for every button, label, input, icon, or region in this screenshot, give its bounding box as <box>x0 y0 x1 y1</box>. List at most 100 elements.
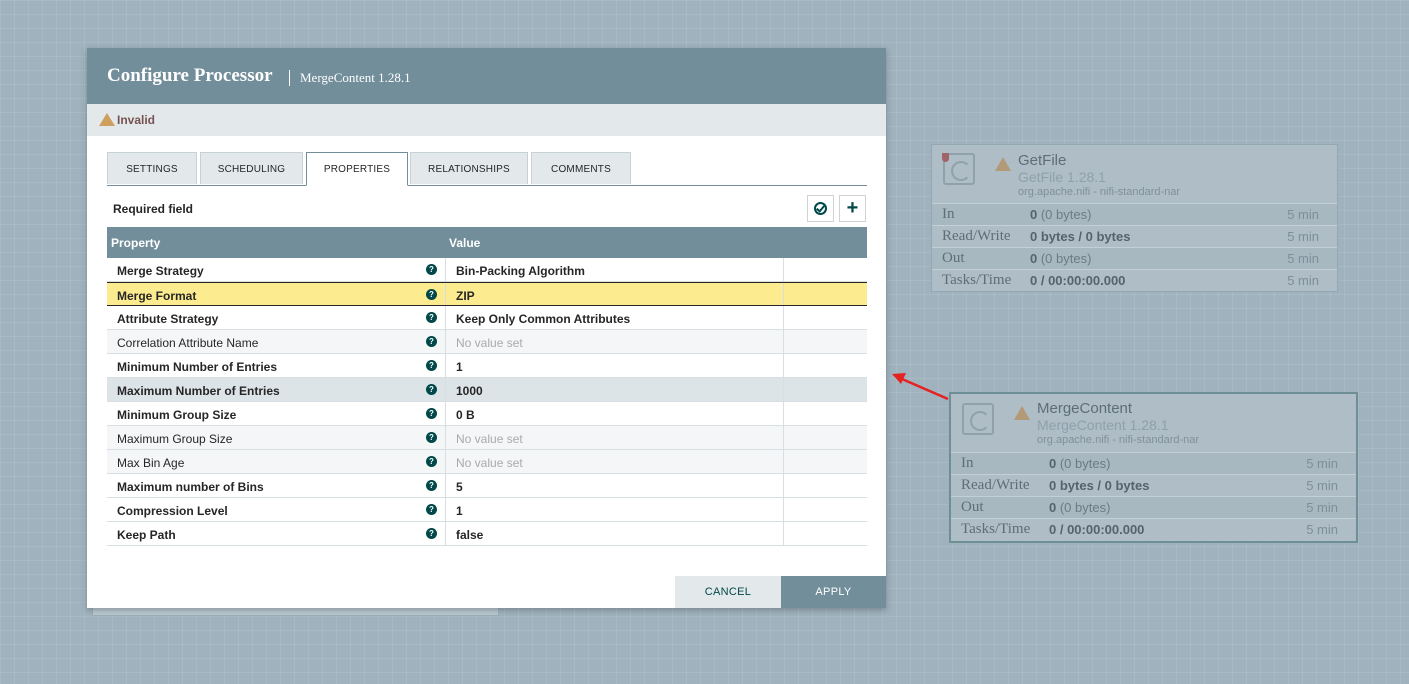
tab-settings[interactable]: SETTINGS <box>107 152 197 184</box>
tab-scheduling[interactable]: SCHEDULING <box>200 152 303 184</box>
help-icon[interactable]: ? <box>426 528 437 539</box>
stat-row: Read/Write 0 bytes / 0 bytes 5 min <box>951 474 1356 496</box>
property-value[interactable]: 5 <box>456 480 463 494</box>
column-divider <box>445 258 446 281</box>
verify-properties-button[interactable] <box>807 195 834 222</box>
cancel-button[interactable]: CANCEL <box>675 576 781 608</box>
processor-bundle: org.apache.nifi - nifi-standard-nar <box>1037 434 1200 446</box>
title-separator <box>289 70 290 86</box>
column-divider <box>783 402 784 425</box>
stat-label: Read/Write <box>961 477 1030 493</box>
column-divider <box>445 498 446 521</box>
check-circle-icon <box>814 202 827 215</box>
property-value[interactable]: 1 <box>456 360 463 374</box>
processor-header: MergeContent MergeContent 1.28.1 org.apa… <box>951 394 1356 452</box>
property-value[interactable]: No value set <box>456 456 523 470</box>
stat-row: Read/Write 0 bytes / 0 bytes 5 min <box>932 225 1337 247</box>
property-value[interactable]: false <box>456 528 483 542</box>
help-icon[interactable]: ? <box>426 384 437 395</box>
table-header: Property Value <box>107 227 867 258</box>
table-row[interactable]: Keep Path? false <box>107 522 867 546</box>
column-divider <box>445 330 446 353</box>
help-icon[interactable]: ? <box>426 336 437 347</box>
help-icon[interactable]: ? <box>426 312 437 323</box>
property-name: Maximum Number of Entries <box>117 384 280 398</box>
table-row[interactable]: Minimum Group Size? 0 B <box>107 402 867 426</box>
stat-value: 0 / 00:00:00.000 <box>1049 519 1144 540</box>
tab-comments[interactable]: COMMENTS <box>531 152 631 184</box>
property-value[interactable]: Bin-Packing Algorithm <box>456 264 585 278</box>
processor-stats: In 0 (0 bytes) 5 min Read/Write 0 bytes / 0 … <box>951 452 1356 540</box>
processor-name: GetFile <box>1018 152 1067 169</box>
column-divider <box>783 330 784 353</box>
table-row[interactable]: Minimum Number of Entries? 1 <box>107 354 867 378</box>
column-divider <box>783 474 784 497</box>
property-name: Attribute Strategy <box>117 312 219 326</box>
column-header-property[interactable]: Property <box>111 236 160 250</box>
help-icon[interactable]: ? <box>426 480 437 491</box>
property-name: Keep Path <box>117 528 176 542</box>
property-value[interactable]: ZIP <box>456 289 475 303</box>
processor-name: MergeContent <box>1037 400 1133 417</box>
stat-label: Out <box>942 250 965 266</box>
stat-time: 5 min <box>1287 251 1319 266</box>
table-row[interactable]: Maximum Group Size? No value set <box>107 426 867 450</box>
column-divider <box>783 378 784 401</box>
property-value[interactable]: 1000 <box>456 384 483 398</box>
apply-button[interactable]: APPLY <box>781 576 886 608</box>
tab-bar: SETTINGS SCHEDULING PROPERTIES RELATIONS… <box>107 152 867 186</box>
tab-properties[interactable]: PROPERTIES <box>306 152 408 186</box>
tab-relationships[interactable]: RELATIONSHIPS <box>410 152 528 184</box>
property-name: Merge Format <box>117 289 197 303</box>
plus-icon: + <box>846 197 859 219</box>
property-value[interactable]: 1 <box>456 504 463 518</box>
table-row[interactable]: Compression Level? 1 <box>107 498 867 522</box>
property-value[interactable]: No value set <box>456 336 523 350</box>
processor-mergecontent[interactable]: MergeContent MergeContent 1.28.1 org.apa… <box>949 392 1358 543</box>
help-icon[interactable]: ? <box>426 504 437 515</box>
column-header-value[interactable]: Value <box>449 236 480 250</box>
stat-row: Tasks/Time 0 / 00:00:00.000 5 min <box>951 518 1356 540</box>
help-icon[interactable]: ? <box>426 360 437 371</box>
processor-getfile[interactable]: GetFile GetFile 1.28.1 org.apache.nifi -… <box>931 144 1338 292</box>
table-row[interactable]: Maximum Number of Entries? 1000 <box>107 378 867 402</box>
property-name: Minimum Group Size <box>117 408 237 422</box>
stat-value: 0 bytes / 0 bytes <box>1049 475 1149 496</box>
configure-processor-dialog: Configure Processor MergeContent 1.28.1 … <box>87 48 886 608</box>
column-divider <box>445 378 446 401</box>
help-icon[interactable]: ? <box>426 289 437 300</box>
dialog-subtitle: MergeContent 1.28.1 <box>300 70 411 85</box>
property-name: Compression Level <box>117 504 228 518</box>
help-icon[interactable]: ? <box>426 432 437 443</box>
stat-value: 0 (0 bytes) <box>1049 453 1110 474</box>
property-value[interactable]: Keep Only Common Attributes <box>456 312 630 326</box>
property-value[interactable]: No value set <box>456 432 523 446</box>
stat-value-detail: (0 bytes) <box>1037 207 1092 222</box>
column-divider <box>783 498 784 521</box>
column-divider <box>445 426 446 449</box>
table-row[interactable]: Correlation Attribute Name? No value set <box>107 330 867 354</box>
column-divider <box>783 426 784 449</box>
warning-icon <box>1014 406 1030 420</box>
warning-icon[interactable] <box>99 113 115 126</box>
column-divider <box>445 402 446 425</box>
dialog-title: Configure Processor <box>107 65 273 86</box>
table-body: Merge Strategy? Bin-Packing Algorithm Merg… <box>107 258 867 546</box>
column-divider <box>783 522 784 545</box>
help-icon[interactable]: ? <box>426 264 437 275</box>
property-value[interactable]: 0 B <box>456 408 475 422</box>
add-property-button[interactable]: + <box>839 195 866 222</box>
stat-value-main: 0 bytes / 0 bytes <box>1049 478 1150 493</box>
stat-time: 5 min <box>1306 456 1338 471</box>
table-row[interactable]: Max Bin Age? No value set <box>107 450 867 474</box>
property-name: Maximum Group Size <box>117 432 233 446</box>
table-row[interactable]: Merge Format? ZIP <box>107 282 867 306</box>
table-row[interactable]: Attribute Strategy? Keep Only Common Attr… <box>107 306 867 330</box>
column-divider <box>783 354 784 377</box>
stat-row: Tasks/Time 0 / 00:00:00.000 5 min <box>932 269 1337 291</box>
column-divider <box>445 450 446 473</box>
table-row[interactable]: Merge Strategy? Bin-Packing Algorithm <box>107 258 867 282</box>
help-icon[interactable]: ? <box>426 408 437 419</box>
table-row[interactable]: Maximum number of Bins? 5 <box>107 474 867 498</box>
help-icon[interactable]: ? <box>426 456 437 467</box>
